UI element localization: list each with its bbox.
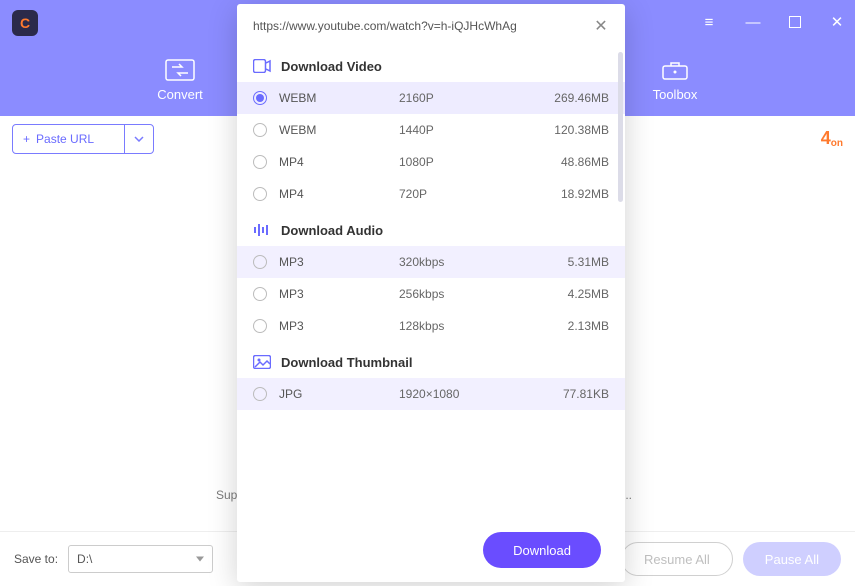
option-size: 120.38MB — [519, 123, 609, 137]
tab-toolbox[interactable]: Toolbox — [615, 59, 735, 102]
paste-url-dropdown[interactable] — [125, 136, 153, 142]
modal-footer: Download — [237, 518, 625, 582]
option-quality: 1440P — [399, 123, 519, 137]
option-format: MP4 — [279, 187, 399, 201]
close-window-icon[interactable]: ✕ — [829, 13, 845, 31]
paste-url-label: Paste URL — [36, 132, 94, 146]
modal-header: ✕ — [237, 4, 625, 42]
option-size: 77.81KB — [519, 387, 609, 401]
brand-accent-main: 4 — [821, 128, 831, 149]
download-options-modal: ✕ Download Video WEBM2160P269.46MBWEBM14… — [237, 4, 625, 582]
option-size: 4.25MB — [519, 287, 609, 301]
section-audio-title: Download Audio — [281, 223, 383, 238]
paste-url-button[interactable]: + Paste URL — [12, 124, 154, 154]
scrollbar[interactable] — [618, 52, 623, 202]
app-logo: C — [12, 10, 38, 36]
option-format: MP4 — [279, 155, 399, 169]
toolbox-icon — [660, 59, 690, 81]
save-to-value: D:\ — [77, 552, 92, 566]
url-input[interactable] — [253, 19, 583, 33]
video-option-row[interactable]: MP41080P48.86MB — [237, 146, 625, 178]
option-quality: 256kbps — [399, 287, 519, 301]
option-quality: 128kbps — [399, 319, 519, 333]
close-icon[interactable]: ✕ — [593, 16, 609, 36]
convert-icon — [165, 59, 195, 81]
section-head-video: Download Video — [237, 46, 625, 82]
video-option-row[interactable]: MP4720P18.92MB — [237, 178, 625, 210]
option-size: 5.31MB — [519, 255, 609, 269]
section-video-title: Download Video — [281, 59, 382, 74]
section-head-thumb: Download Thumbnail — [237, 342, 625, 378]
radio-icon — [253, 319, 267, 333]
tab-toolbox-label: Toolbox — [653, 87, 698, 102]
video-icon — [253, 58, 271, 74]
video-option-row[interactable]: WEBM1440P120.38MB — [237, 114, 625, 146]
option-size: 48.86MB — [519, 155, 609, 169]
tab-convert-label: Convert — [157, 87, 203, 102]
resume-all-label: Resume All — [644, 552, 710, 567]
video-rows: WEBM2160P269.46MBWEBM1440P120.38MBMP4108… — [237, 82, 625, 210]
pause-all-button[interactable]: Pause All — [743, 542, 841, 576]
plus-icon: + — [23, 132, 30, 146]
audio-option-row[interactable]: MP3128kbps2.13MB — [237, 310, 625, 342]
radio-icon — [253, 187, 267, 201]
thumb-rows: JPG1920×108077.81KB — [237, 378, 625, 410]
option-quality: 720P — [399, 187, 519, 201]
option-size: 269.46MB — [519, 91, 609, 105]
option-quality: 1080P — [399, 155, 519, 169]
radio-icon — [253, 91, 267, 105]
option-size: 18.92MB — [519, 187, 609, 201]
option-quality: 1920×1080 — [399, 387, 519, 401]
option-format: WEBM — [279, 123, 399, 137]
radio-icon — [253, 123, 267, 137]
brand-accent: 4on — [821, 128, 843, 149]
option-format: MP3 — [279, 287, 399, 301]
option-format: WEBM — [279, 91, 399, 105]
video-option-row[interactable]: WEBM2160P269.46MB — [237, 82, 625, 114]
save-to-select[interactable]: D:\ — [68, 545, 213, 573]
brand-accent-sub: on — [831, 138, 843, 149]
resume-all-button[interactable]: Resume All — [621, 542, 733, 576]
radio-icon — [253, 155, 267, 169]
thumb-option-row[interactable]: JPG1920×108077.81KB — [237, 378, 625, 410]
audio-option-row[interactable]: MP3320kbps5.31MB — [237, 246, 625, 278]
option-quality: 320kbps — [399, 255, 519, 269]
download-button[interactable]: Download — [483, 532, 601, 568]
option-format: MP3 — [279, 255, 399, 269]
maximize-icon[interactable] — [789, 16, 801, 28]
audio-rows: MP3320kbps5.31MBMP3256kbps4.25MBMP3128kb… — [237, 246, 625, 342]
option-size: 2.13MB — [519, 319, 609, 333]
audio-icon — [253, 222, 271, 238]
truncated-text-left: Sup — [216, 488, 237, 502]
radio-icon — [253, 287, 267, 301]
modal-body: Download Video WEBM2160P269.46MBWEBM1440… — [237, 42, 625, 518]
audio-option-row[interactable]: MP3256kbps4.25MB — [237, 278, 625, 310]
radio-icon — [253, 255, 267, 269]
section-thumb-title: Download Thumbnail — [281, 355, 412, 370]
image-icon — [253, 354, 271, 370]
pause-all-label: Pause All — [765, 552, 819, 567]
radio-icon — [253, 387, 267, 401]
option-format: MP3 — [279, 319, 399, 333]
option-format: JPG — [279, 387, 399, 401]
menu-icon[interactable]: ≡ — [701, 14, 717, 31]
download-button-label: Download — [513, 543, 571, 558]
minimize-icon[interactable]: — — [745, 14, 761, 31]
save-to-label: Save to: — [14, 552, 58, 566]
tab-convert[interactable]: Convert — [120, 59, 240, 102]
section-head-audio: Download Audio — [237, 210, 625, 246]
option-quality: 2160P — [399, 91, 519, 105]
